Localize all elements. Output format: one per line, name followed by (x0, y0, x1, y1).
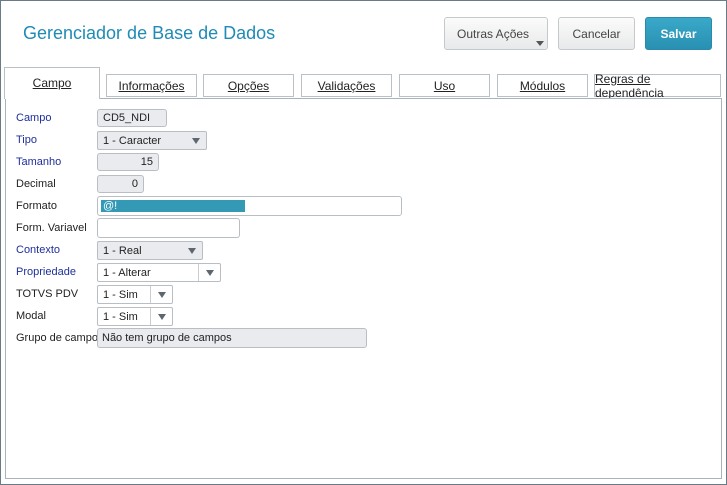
tab-opcoes[interactable]: Opções (203, 74, 294, 97)
header: Gerenciador de Base de Dados Outras Açõe… (2, 2, 725, 66)
other-actions-label: Outras Ações (457, 26, 530, 41)
tab-validacoes[interactable]: Validações (301, 74, 392, 97)
totvs-pdv-label: TOTVS PDV (16, 288, 79, 300)
save-button[interactable]: Salvar (645, 17, 712, 50)
page-title: Gerenciador de Base de Dados (23, 23, 276, 43)
campo-label: Campo (16, 112, 52, 124)
contexto-select[interactable]: 1 - Real (97, 241, 203, 260)
grupo-campos-field: Não tem grupo de campos (97, 328, 367, 348)
form-variavel-input[interactable] (97, 218, 240, 238)
chevron-down-icon (198, 264, 220, 281)
campo-field: CD5_NDI (97, 109, 167, 127)
chevron-down-icon (150, 308, 172, 325)
modal-label: Modal (16, 310, 46, 322)
contexto-label: Contexto (16, 244, 61, 256)
tipo-select[interactable]: 1 - Caracter (97, 131, 207, 150)
formato-input[interactable]: @! (97, 196, 402, 216)
tipo-label: Tipo (16, 134, 37, 146)
form-panel: Campo CD5_NDI Tipo 1 - Caracter Tamanho … (5, 98, 722, 479)
other-actions-button[interactable]: Outras Ações (444, 17, 548, 50)
propriedade-select[interactable]: 1 - Alterar (97, 263, 221, 282)
decimal-label: Decimal (16, 178, 56, 190)
grupo-campos-label: Grupo de campos (16, 332, 104, 344)
tamanho-field[interactable]: 15 (97, 153, 159, 171)
tamanho-label: Tamanho (16, 156, 62, 168)
totvs-pdv-select[interactable]: 1 - Sim (97, 285, 173, 304)
tab-uso[interactable]: Uso (399, 74, 490, 97)
formato-label: Formato (16, 200, 57, 212)
decimal-field[interactable]: 0 (97, 175, 144, 193)
chevron-down-icon (181, 242, 202, 259)
formato-selected-text: @! (101, 200, 245, 212)
form-variavel-label: Form. Variavel (16, 222, 87, 234)
propriedade-label: Propriedade (16, 266, 76, 278)
window-frame: Gerenciador de Base de Dados Outras Açõe… (0, 0, 727, 485)
tab-informacoes[interactable]: Informações (106, 74, 197, 97)
chevron-down-icon (185, 132, 206, 149)
cancel-button[interactable]: Cancelar (558, 17, 635, 50)
tab-regras-dependencia[interactable]: Regras de dependência (594, 72, 721, 100)
modal-select[interactable]: 1 - Sim (97, 307, 173, 326)
caret-down-icon (536, 41, 544, 46)
chevron-down-icon (150, 286, 172, 303)
tab-modulos[interactable]: Módulos (497, 74, 588, 97)
tab-bar: Campo Informações Opções Validações Uso … (2, 67, 725, 100)
tab-campo[interactable]: Campo (4, 67, 100, 99)
